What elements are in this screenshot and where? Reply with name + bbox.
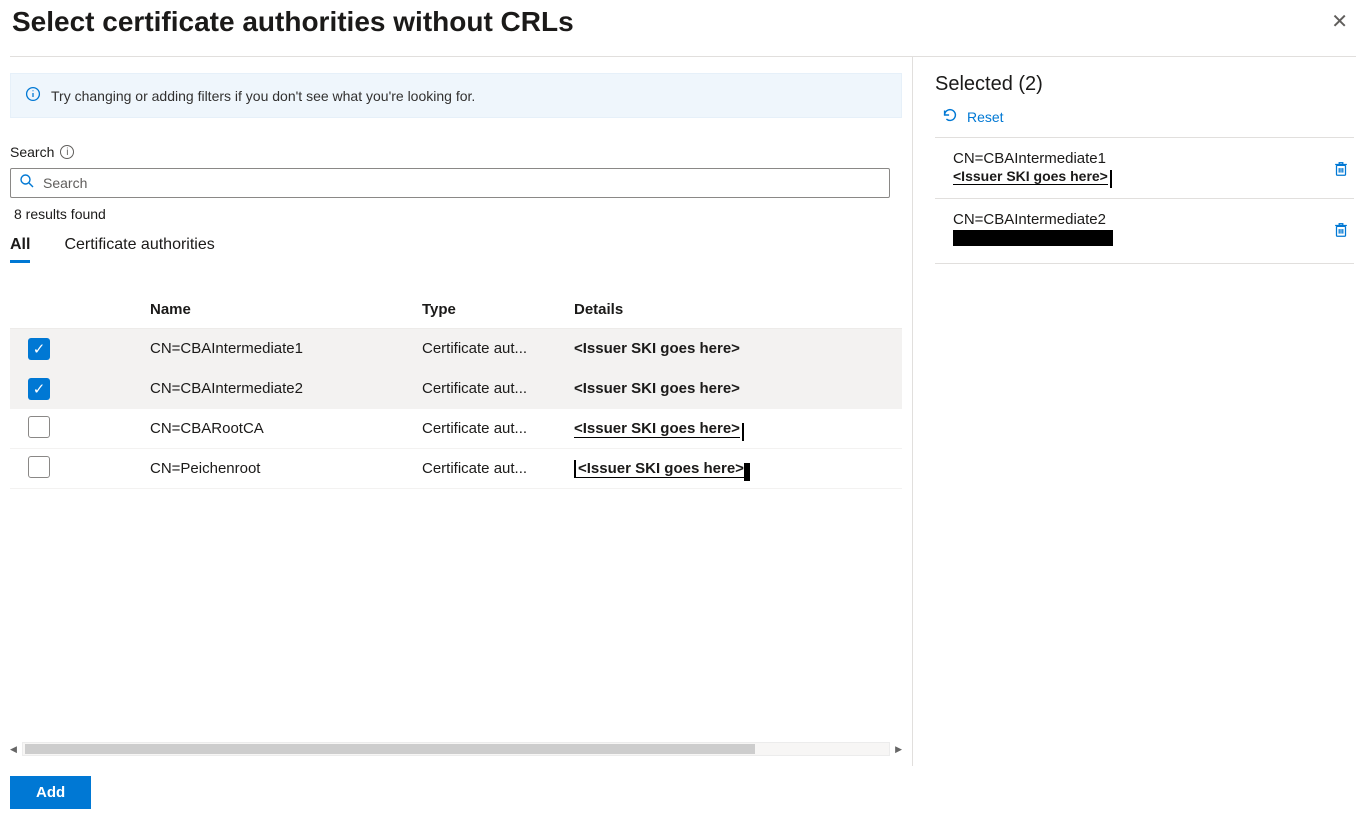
checkbox-checked-icon[interactable]: ✓ xyxy=(28,338,50,360)
text-cursor-icon xyxy=(1110,170,1112,188)
checkbox-unchecked-icon[interactable] xyxy=(28,456,50,478)
undo-icon xyxy=(941,106,959,127)
cell-type: Certificate aut... xyxy=(422,420,527,437)
checkbox-unchecked-icon[interactable] xyxy=(28,416,50,438)
cell-details: <Issuer SKI goes here> xyxy=(574,380,740,397)
reset-button[interactable]: Reset xyxy=(941,106,1004,127)
cell-details: <Issuer SKI goes here> xyxy=(574,460,744,478)
table-row[interactable]: CN=Peichenroot Certificate aut... <Issue… xyxy=(10,449,902,489)
table-row[interactable]: CN=CBARootCA Certificate aut... <Issuer … xyxy=(10,409,902,449)
selected-item: CN=CBAIntermediate1 <Issuer SKI goes her… xyxy=(935,138,1354,199)
scroll-thumb[interactable] xyxy=(25,744,755,754)
text-selection-icon xyxy=(744,463,750,481)
table-header-row: Name Type Details xyxy=(10,291,902,329)
cell-details: <Issuer SKI goes here> xyxy=(574,340,740,357)
reset-label: Reset xyxy=(967,109,1004,125)
tab-bar: All Certificate authorities xyxy=(10,236,902,263)
text-cursor-icon xyxy=(742,423,744,441)
checkbox-checked-icon[interactable]: ✓ xyxy=(28,378,50,400)
selected-item: CN=CBAIntermediate2 xyxy=(935,199,1354,264)
cell-type: Certificate aut... xyxy=(422,380,527,397)
cell-details: <Issuer SKI goes here> xyxy=(574,420,740,438)
selected-item-name: CN=CBAIntermediate1 xyxy=(953,150,1112,167)
remove-selected-button[interactable] xyxy=(1332,150,1350,183)
search-label: Search xyxy=(10,144,54,160)
cell-type: Certificate aut... xyxy=(422,340,527,357)
col-header-type[interactable]: Type xyxy=(422,301,574,318)
selected-title: Selected (2) xyxy=(935,73,1354,96)
table-row[interactable]: ✓ CN=CBAIntermediate1 Certificate aut...… xyxy=(10,329,902,369)
info-text: Try changing or adding filters if you do… xyxy=(51,88,475,104)
cell-name: CN=Peichenroot xyxy=(150,460,422,477)
cell-name: CN=CBAIntermediate1 xyxy=(150,340,422,357)
cell-name: CN=CBAIntermediate2 xyxy=(150,380,422,397)
scroll-left-icon[interactable]: ◀ xyxy=(10,744,22,755)
cell-type: Certificate aut... xyxy=(422,460,527,477)
selected-item-sub: <Issuer SKI goes here> xyxy=(953,168,1108,185)
page-title: Select certificate authorities without C… xyxy=(12,6,574,38)
add-button[interactable]: Add xyxy=(10,776,91,809)
info-icon xyxy=(25,86,41,105)
scroll-track[interactable] xyxy=(22,742,890,756)
cell-name: CN=CBARootCA xyxy=(150,420,422,437)
tab-certificate-authorities[interactable]: Certificate authorities xyxy=(64,236,214,263)
table-row[interactable]: ✓ CN=CBAIntermediate2 Certificate aut...… xyxy=(10,369,902,409)
results-count: 8 results found xyxy=(14,206,900,222)
remove-selected-button[interactable] xyxy=(1332,211,1350,244)
redacted-text xyxy=(953,230,1113,246)
info-banner: Try changing or adding filters if you do… xyxy=(10,73,902,118)
selected-item-name: CN=CBAIntermediate2 xyxy=(953,211,1113,228)
info-small-icon[interactable]: i xyxy=(60,145,74,159)
horizontal-scrollbar[interactable]: ◀ ▶ xyxy=(10,742,902,756)
col-header-details[interactable]: Details xyxy=(574,301,902,318)
scroll-right-icon[interactable]: ▶ xyxy=(890,744,902,755)
tab-all[interactable]: All xyxy=(10,236,30,263)
vertical-divider xyxy=(912,57,913,766)
close-button[interactable]: ✕ xyxy=(1325,6,1354,38)
search-input[interactable] xyxy=(43,175,881,191)
search-box[interactable] xyxy=(10,168,890,198)
search-icon xyxy=(19,173,35,194)
col-header-name[interactable]: Name xyxy=(150,301,422,318)
